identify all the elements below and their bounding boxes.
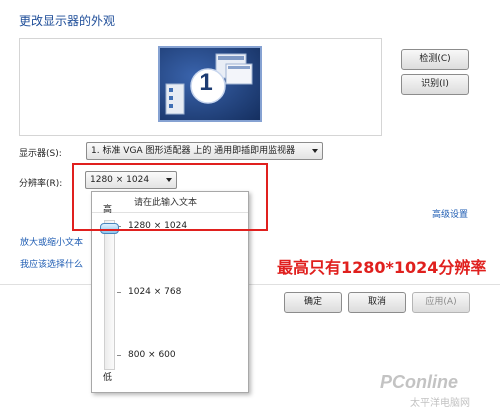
watermark-sub: 太平洋电脑网 (410, 398, 470, 409)
footer-separator (0, 284, 500, 285)
display-label: 显示器(S): (19, 149, 62, 159)
help-link[interactable]: 我应该选择什么 (20, 257, 83, 270)
watermark-brand: PConline (380, 372, 459, 392)
display-select[interactable]: 1. 标准 VGA 图形适配器 上的 通用即插即用监视器 (86, 142, 323, 160)
display-select-value: 1. 标准 VGA 图形适配器 上的 通用即插即用监视器 (91, 146, 296, 156)
highlight-frame (72, 163, 268, 231)
slider-tick (117, 292, 121, 293)
resolution-option[interactable]: 1024 × 768 (128, 287, 181, 297)
slider-tick (117, 355, 121, 356)
resolution-slider-track[interactable] (104, 220, 115, 370)
detect-button[interactable]: 检测(C) (401, 49, 469, 70)
apply-button[interactable]: 应用(A) (412, 292, 470, 313)
advanced-settings-link[interactable]: 高级设置 (432, 207, 468, 220)
chevron-down-icon (312, 149, 318, 153)
cancel-button[interactable]: 取消 (348, 292, 406, 313)
identify-button[interactable]: 识别(I) (401, 74, 469, 95)
text-size-link[interactable]: 放大或缩小文本 (20, 235, 83, 248)
watermark: PConline 太平洋电脑网 (380, 372, 495, 409)
low-label: 低 (103, 373, 113, 383)
resolution-label: 分辨率(R): (19, 179, 63, 189)
resolution-option[interactable]: 800 × 600 (128, 350, 176, 360)
page-title: 更改显示器的外观 (19, 14, 116, 28)
ok-button[interactable]: 确定 (284, 292, 342, 313)
monitor-number: 1 (199, 69, 213, 96)
annotation-text: 最高只有1280*1024分辨率 (277, 258, 487, 277)
monitor-preview[interactable]: 1 (158, 46, 262, 122)
